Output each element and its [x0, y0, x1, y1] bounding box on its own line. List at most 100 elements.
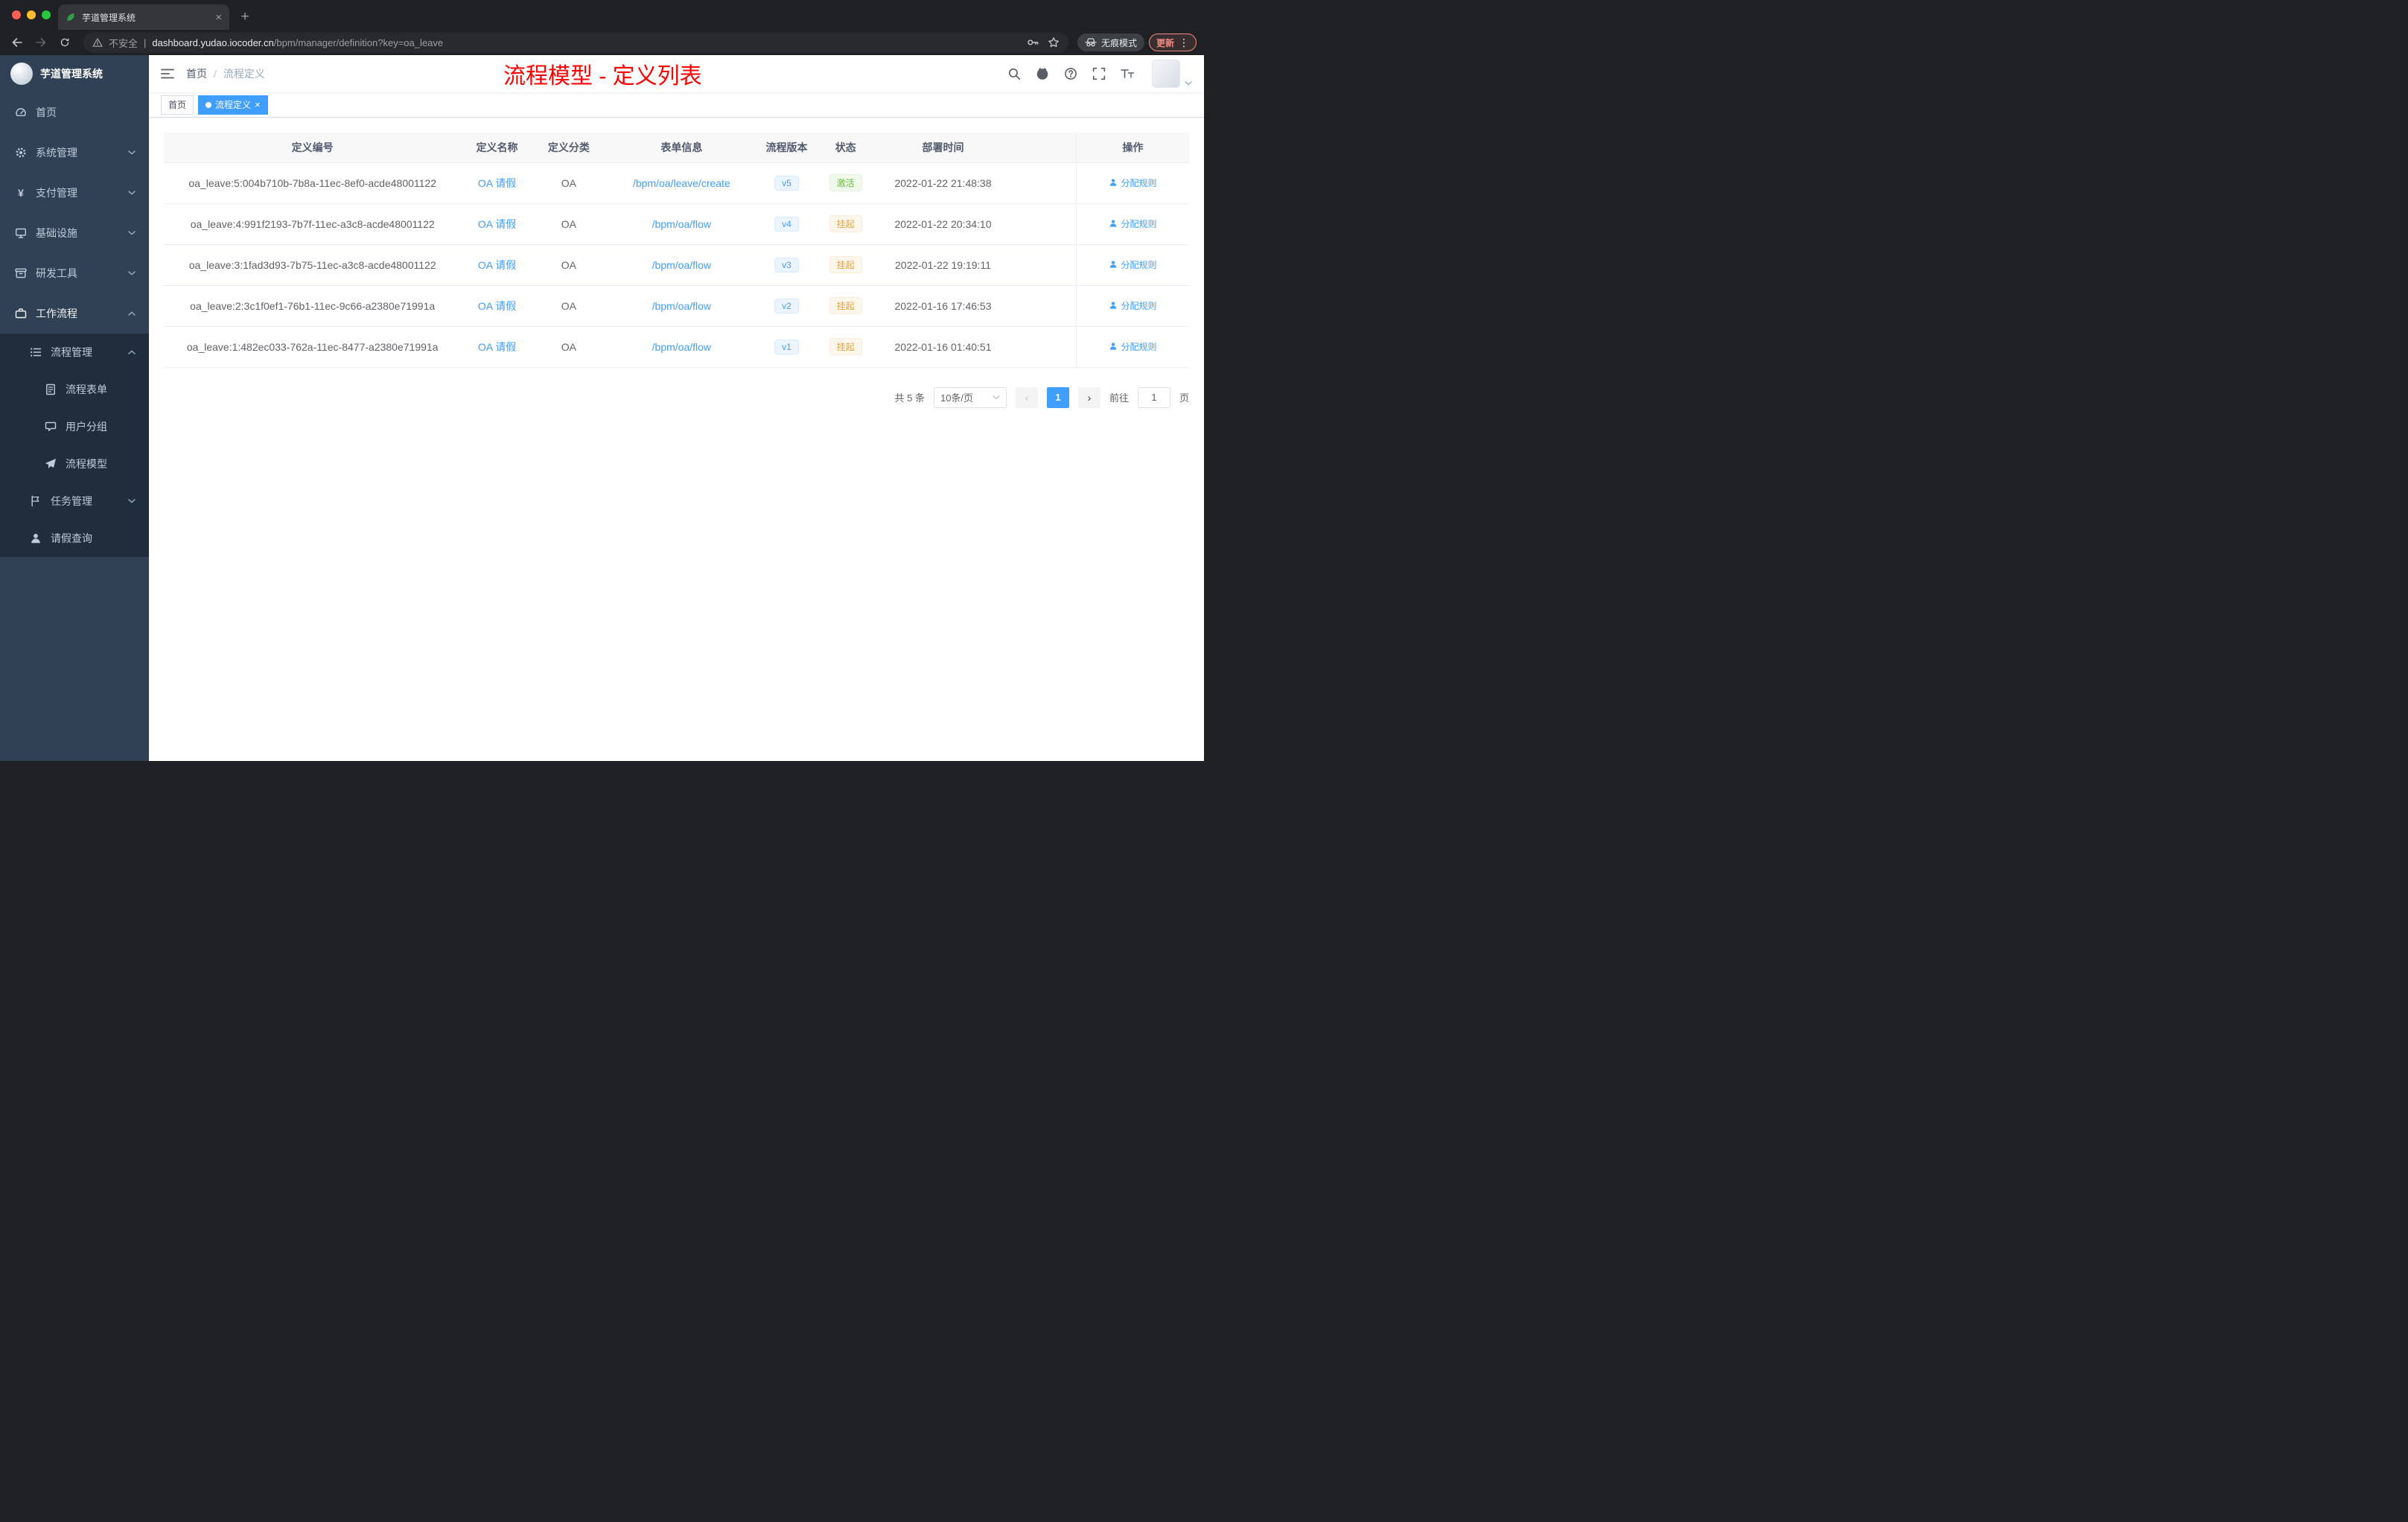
sidebar-item-process-model[interactable]: 流程模型 — [0, 445, 149, 483]
form-link[interactable]: /bpm/oa/flow — [652, 259, 711, 271]
cell-version: v5 — [758, 162, 815, 204]
table-row: oa_leave:5:004b710b-7b8a-11ec-8ef0-acde4… — [164, 162, 1189, 204]
cell-version: v4 — [758, 203, 815, 245]
chevron-down-icon — [128, 497, 136, 505]
list-icon — [30, 346, 42, 358]
definition-name-link[interactable]: OA 请假 — [478, 177, 516, 189]
sidebar-item-process-management[interactable]: 流程管理 — [0, 334, 149, 371]
page-jump-input[interactable] — [1137, 386, 1170, 408]
definition-name-link[interactable]: OA 请假 — [478, 341, 516, 353]
avatar[interactable] — [1152, 60, 1180, 88]
definition-name-link[interactable]: OA 请假 — [478, 259, 516, 271]
assign-rule-link[interactable]: 分配规则 — [1109, 176, 1157, 189]
cell-definition-name: OA 请假 — [461, 244, 533, 286]
bookmark-star-icon[interactable] — [1048, 36, 1060, 48]
briefcase-icon — [15, 308, 27, 319]
tag-home[interactable]: 首页 — [161, 95, 194, 115]
form-link[interactable]: /bpm/oa/flow — [652, 341, 711, 353]
password-key-icon[interactable] — [1027, 36, 1039, 48]
sidebar-toggle-button[interactable] — [161, 67, 174, 80]
assign-rule-link[interactable]: 分配规则 — [1109, 299, 1157, 312]
definition-name-link[interactable]: OA 请假 — [478, 218, 516, 230]
new-tab-button[interactable]: + — [235, 7, 255, 27]
active-tag-dot — [206, 101, 212, 108]
table-row: oa_leave:2:3c1f0ef1-76b1-11ec-9c66-a2380… — [164, 285, 1189, 327]
assign-rule-link[interactable]: 分配规则 — [1109, 258, 1157, 271]
person-icon — [30, 532, 42, 544]
cell-version: v1 — [758, 326, 815, 368]
sidebar-item-payment[interactable]: ¥ 支付管理 — [0, 173, 149, 213]
sidebar: 芋道管理系统 首页 系统管理 ¥ 支付管理 基础设施 研发工具 工作流程 流程管… — [0, 55, 149, 761]
form-link[interactable]: /bpm/oa/flow — [652, 300, 711, 312]
chevron-down-icon — [128, 270, 136, 277]
form-link[interactable]: /bpm/oa/flow — [652, 218, 711, 230]
address-bar[interactable]: 不安全 | dashboard.yudao.iocoder.cn/bpm/man… — [83, 32, 1068, 53]
window-minimize-button[interactable] — [27, 10, 36, 19]
hamburger-icon — [161, 67, 174, 80]
current-page-button[interactable]: 1 — [1046, 386, 1069, 408]
yen-icon: ¥ — [18, 187, 24, 199]
sidebar-item-user-group[interactable]: 用户分组 — [0, 408, 149, 445]
chrome-update-button[interactable]: 更新 ⋮ — [1148, 34, 1197, 51]
fullscreen-icon[interactable] — [1092, 67, 1106, 80]
reload-button[interactable] — [55, 33, 74, 52]
window-zoom-button[interactable] — [42, 10, 51, 19]
assign-rule-link[interactable]: 分配规则 — [1109, 217, 1157, 230]
cell-form-info: /bpm/oa/flow — [605, 203, 759, 245]
red-annotation-text: 流程模型 - 定义列表 — [503, 64, 702, 89]
cell-form-info: /bpm/oa/leave/create — [605, 162, 759, 204]
breadcrumb-home[interactable]: 首页 — [186, 66, 207, 81]
forward-button[interactable] — [31, 33, 51, 52]
user-menu[interactable] — [1152, 60, 1192, 88]
back-button[interactable] — [7, 33, 27, 52]
version-badge: v4 — [774, 216, 799, 232]
cell-form-info: /bpm/oa/flow — [605, 285, 759, 327]
sidebar-item-leave-query[interactable]: 请假查询 — [0, 520, 149, 557]
cell-definition-id: oa_leave:3:1fad3d93-7b75-11ec-a3c8-acde4… — [164, 244, 462, 286]
status-badge: 激活 — [829, 174, 862, 191]
font-size-icon[interactable] — [1121, 67, 1134, 80]
sidebar-item-home[interactable]: 首页 — [0, 92, 149, 133]
table-header: 定义编号 定义名称 定义分类 表单信息 流程版本 状态 部署时间 操作 — [164, 133, 1189, 163]
next-page-button[interactable]: › — [1077, 386, 1101, 408]
browser-tab[interactable]: 芋道管理系统 × — [58, 4, 229, 30]
sidebar-item-workflow[interactable]: 工作流程 — [0, 293, 149, 334]
help-icon[interactable] — [1064, 67, 1077, 80]
page-content: 定义编号 定义名称 定义分类 表单信息 流程版本 状态 部署时间 操作 oa_l… — [149, 118, 1204, 761]
cell-version: v3 — [758, 244, 815, 286]
search-icon[interactable] — [1007, 67, 1021, 80]
sidebar-item-system[interactable]: 系统管理 — [0, 133, 149, 173]
tag-close-icon[interactable]: × — [255, 100, 261, 109]
cell-filler — [1009, 285, 1077, 327]
form-link[interactable]: /bpm/oa/leave/create — [633, 177, 730, 189]
version-badge: v1 — [774, 339, 799, 354]
cell-definition-name: OA 请假 — [461, 162, 533, 204]
tag-process-definition[interactable]: 流程定义 × — [198, 95, 268, 115]
cell-definition-name: OA 请假 — [461, 326, 533, 368]
browser-menu-icon[interactable]: ⋮ — [1179, 36, 1189, 49]
browser-window: 芋道管理系统 × + 不安全 | dashboard.yudao.iocoder… — [0, 0, 1204, 55]
goto-suffix: 页 — [1179, 392, 1189, 404]
window-close-button[interactable] — [12, 10, 21, 19]
cell-deploy-time: 2022-01-16 17:46:53 — [876, 285, 1010, 327]
security-label: 不安全 — [109, 37, 138, 49]
document-icon — [45, 383, 57, 395]
select-caret-icon — [993, 394, 1000, 401]
toolbox-icon — [15, 267, 27, 279]
github-icon[interactable] — [1036, 67, 1049, 80]
prev-page-button[interactable]: ‹ — [1015, 386, 1038, 408]
sidebar-item-task-management[interactable]: 任务管理 — [0, 483, 149, 520]
definition-name-link[interactable]: OA 请假 — [478, 300, 516, 312]
assign-rule-link[interactable]: 分配规则 — [1109, 340, 1157, 353]
logo-title: 芋道管理系统 — [40, 68, 103, 80]
column-definition-name: 定义名称 — [461, 133, 533, 163]
cell-category: OA — [532, 162, 605, 204]
chevron-down-icon — [128, 149, 136, 156]
sidebar-item-infrastructure[interactable]: 基础设施 — [0, 213, 149, 253]
tab-close-icon[interactable]: × — [215, 12, 222, 23]
sidebar-item-devtools[interactable]: 研发工具 — [0, 253, 149, 293]
page-size-select[interactable]: 10条/页 — [933, 386, 1007, 408]
sidebar-item-process-form[interactable]: 流程表单 — [0, 371, 149, 408]
cell-deploy-time: 2022-01-22 20:34:10 — [876, 203, 1010, 245]
column-operation: 操作 — [1075, 133, 1189, 163]
